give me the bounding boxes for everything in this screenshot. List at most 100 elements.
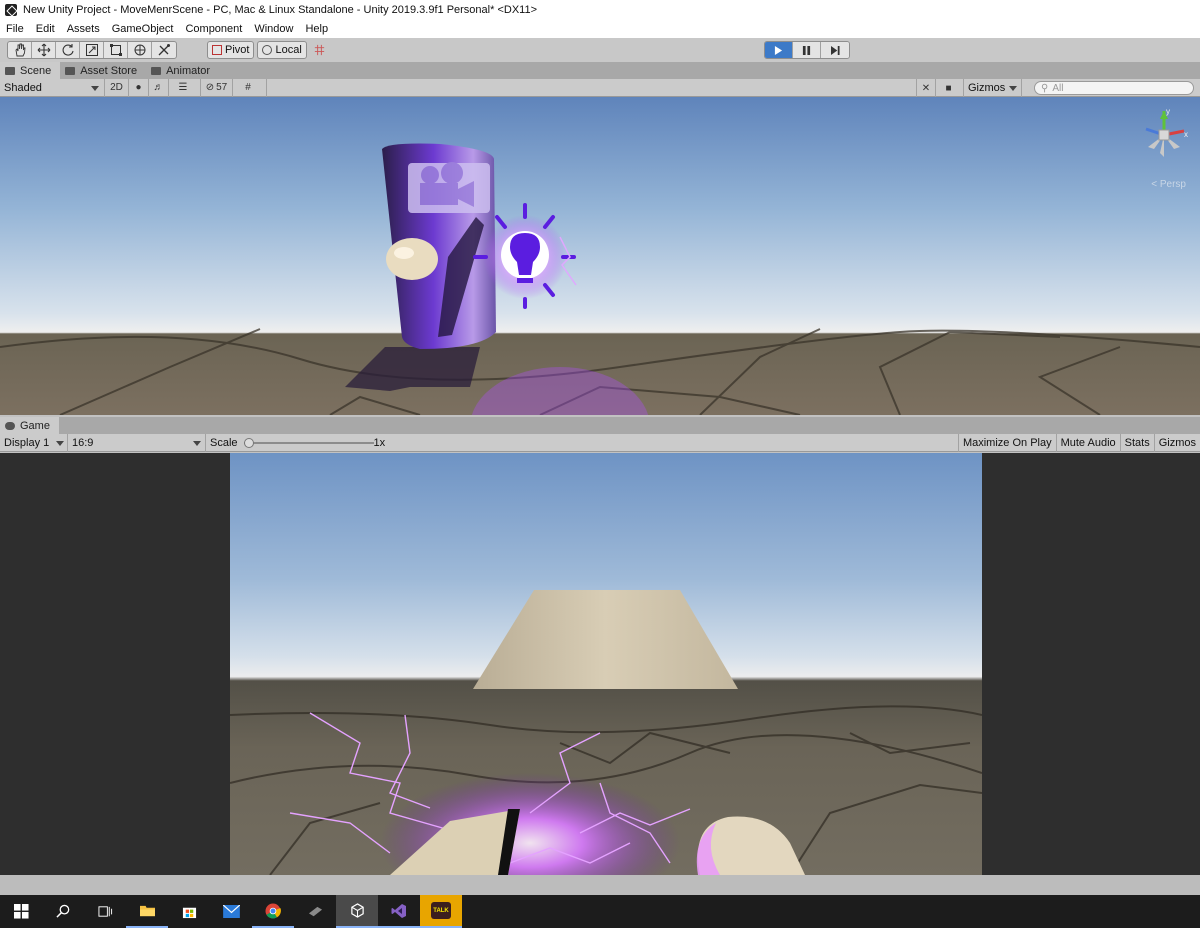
svg-text:y: y	[1166, 107, 1170, 116]
visual-studio-button[interactable]	[378, 895, 420, 928]
game-tab-row: Game	[0, 417, 1200, 434]
2d-toggle[interactable]: 2D	[105, 78, 129, 97]
tab-asset-store[interactable]: Asset Store	[60, 62, 146, 79]
gizmos-label: Gizmos	[968, 82, 1006, 94]
menu-file[interactable]: File	[6, 23, 24, 35]
visual-studio-icon	[391, 903, 406, 918]
transform-tool-button[interactable]	[128, 42, 152, 58]
snap-grid-button[interactable]	[310, 41, 330, 59]
status-bar	[0, 875, 1200, 895]
kakaotalk-label: TALK	[433, 907, 449, 914]
scale-tool-button[interactable]	[80, 42, 104, 58]
menu-bar: File Edit Assets GameObject Component Wi…	[0, 20, 1200, 38]
rotate-tool-button[interactable]	[56, 42, 80, 58]
mute-audio-toggle[interactable]: Mute Audio	[1055, 434, 1120, 452]
audio-toggle[interactable]: ♬	[149, 78, 169, 97]
mail-icon	[222, 905, 240, 918]
tab-game[interactable]: Game	[0, 417, 59, 434]
persp-label[interactable]: < Persp	[1151, 179, 1186, 190]
handle-position-group: Pivot Local	[207, 41, 330, 59]
grid-toggle[interactable]: #	[233, 78, 267, 97]
tab-game-label: Game	[20, 419, 50, 432]
hand-tool-button[interactable]	[8, 42, 32, 58]
menu-window[interactable]: Window	[254, 23, 293, 35]
hand-sphere	[386, 238, 438, 280]
aspect-value: 16:9	[72, 436, 94, 449]
menu-component[interactable]: Component	[185, 23, 242, 35]
kakaotalk-button[interactable]: TALK	[420, 895, 462, 928]
scene-grid-icon	[5, 66, 15, 75]
player-shadow	[345, 347, 480, 391]
chrome-button[interactable]	[252, 895, 294, 928]
step-button[interactable]	[821, 42, 849, 58]
title-bar: New Unity Project - MoveMenrScene - PC, …	[0, 0, 1200, 20]
tab-animator[interactable]: Animator	[146, 62, 219, 79]
display-value: Display 1	[4, 436, 50, 449]
display-dropdown[interactable]: Display 1	[0, 433, 68, 452]
store-button[interactable]	[168, 895, 210, 928]
search-icon	[55, 904, 69, 918]
play-button[interactable]	[765, 42, 793, 58]
menu-help[interactable]: Help	[305, 23, 328, 35]
camera-dropdown[interactable]: ■	[936, 79, 964, 97]
pause-button[interactable]	[793, 42, 821, 58]
tab-scene[interactable]: Scene	[0, 62, 61, 79]
local-icon	[262, 45, 273, 55]
file-explorer-icon	[139, 905, 155, 917]
unity-logo-icon	[5, 4, 17, 16]
local-toggle[interactable]: Local	[257, 41, 307, 59]
transform-icon	[134, 44, 145, 56]
scale-slider[interactable]	[243, 434, 374, 452]
game-render	[230, 590, 982, 875]
game-view[interactable]	[0, 453, 1200, 875]
game-gizmos-label: Gizmos	[1158, 437, 1196, 449]
orientation-gizmo[interactable]: y x	[1136, 105, 1192, 185]
pivot-toggle[interactable]: Pivot	[207, 41, 255, 59]
task-view-button[interactable]	[84, 895, 126, 928]
menu-edit[interactable]: Edit	[36, 23, 55, 35]
app-button[interactable]	[294, 895, 336, 928]
eye-slash-icon: ⊘	[205, 82, 215, 93]
rect-tool-button[interactable]	[104, 42, 128, 58]
aspect-dropdown[interactable]: 16:9	[68, 433, 206, 452]
unity-taskbar-button[interactable]	[336, 895, 378, 928]
hidden-objects-toggle[interactable]: ⊘ 57	[201, 78, 233, 97]
camera-gizmo-icon	[408, 162, 490, 213]
draw-mode-dropdown[interactable]: Shaded	[0, 78, 105, 97]
menu-gameobject[interactable]: GameObject	[112, 23, 174, 35]
gizmos-dropdown[interactable]: Gizmos	[964, 79, 1022, 97]
move-arrows-icon	[37, 43, 50, 57]
snap-icon	[315, 44, 325, 55]
search-placeholder: All	[1052, 82, 1064, 94]
tab-scene-label: Scene	[20, 64, 52, 77]
scene-view[interactable]: y x < Persp	[0, 97, 1200, 415]
start-button[interactable]	[0, 895, 42, 928]
file-explorer-button[interactable]	[126, 895, 168, 928]
lighting-toggle[interactable]: ●	[129, 78, 149, 97]
menu-assets[interactable]: Assets	[67, 23, 100, 35]
scene-search-input[interactable]: ⚲ All	[1034, 81, 1194, 95]
crossed-tools-icon: ✕	[921, 82, 931, 94]
effects-icon: ☰	[178, 82, 188, 93]
effects-dropdown[interactable]: ☰	[169, 78, 201, 97]
window-title: New Unity Project - MoveMenrScene - PC, …	[23, 4, 537, 16]
chevron-down-icon	[193, 440, 201, 446]
ground-glow	[471, 367, 649, 415]
chevron-down-icon	[1009, 86, 1017, 91]
stats-toggle[interactable]: Stats	[1119, 434, 1154, 452]
camera-icon: ■	[945, 82, 952, 94]
mail-button[interactable]	[210, 895, 252, 928]
windows-taskbar: TALK	[0, 895, 1200, 928]
game-gizmos-toggle[interactable]: Gizmos	[1153, 434, 1200, 452]
rotate-icon	[62, 44, 74, 56]
lightbulb-icon: ●	[135, 82, 142, 93]
scale-slider-thumb[interactable]	[243, 437, 254, 448]
game-viewport[interactable]	[230, 453, 982, 875]
pivot-icon	[212, 45, 222, 55]
tools-toggle[interactable]: ✕	[916, 79, 936, 97]
custom-tool-button[interactable]	[152, 42, 176, 58]
move-tool-button[interactable]	[32, 42, 56, 58]
maximize-on-play-toggle[interactable]: Maximize On Play	[957, 434, 1056, 452]
taskbar-search-button[interactable]	[42, 895, 84, 928]
windows-logo-icon	[13, 904, 29, 919]
